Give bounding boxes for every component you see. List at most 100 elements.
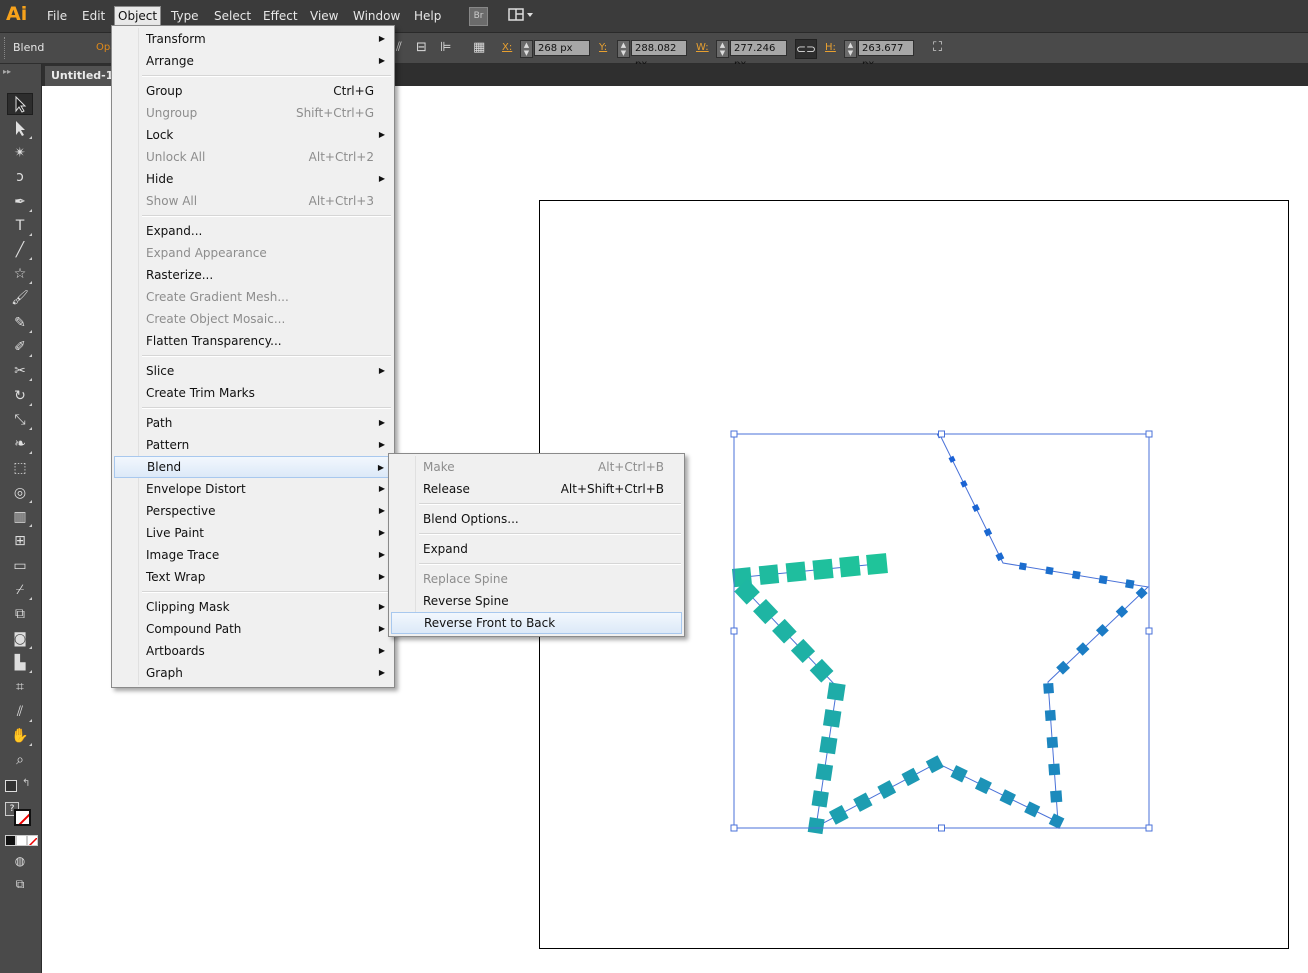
menu-item-perspective[interactable]: Perspective ▶ [114,500,392,522]
menu-item-compound-path[interactable]: Compound Path ▶ [114,618,392,640]
align-right-icon[interactable]: ⊫ [440,40,451,55]
zoom-tool-icon[interactable]: ⌕ [7,749,33,771]
constrain-proportions-link-icon[interactable]: ⊂⊃ [795,39,817,59]
blend-tool-icon[interactable]: ⧉ [7,603,33,625]
draw-normal-icon[interactable]: ◍ [7,850,33,872]
x-stepper[interactable]: ▲ ▼ [520,40,533,58]
default-colors-icon[interactable] [5,780,17,792]
menu-item-live-paint[interactable]: Live Paint ▶ [114,522,392,544]
color-mode-icon[interactable] [5,835,16,846]
hand-tool-icon[interactable]: ✋ [7,725,33,747]
paintbrush-tool-icon[interactable]: 🖌 [7,287,33,309]
column-graph-tool-icon[interactable]: ▙ [7,652,33,674]
blend-menu-item-reverse-spine[interactable]: Reverse Spine [391,590,682,612]
menu-item-arrange[interactable]: Arrange ▶ [114,50,392,72]
menu-window[interactable]: Window [350,7,403,25]
menu-item-clipping-mask[interactable]: Clipping Mask ▶ [114,596,392,618]
gradient-tool-icon[interactable]: ▭ [7,555,33,577]
menu-item-envelope-distort[interactable]: Envelope Distort ▶ [114,478,392,500]
object-menu: Transform ▶ Arrange ▶ Group Ctrl+G Ungroup Shif… [111,25,395,688]
menu-separator [419,563,681,565]
pen-tool-icon[interactable]: ✒ [7,191,33,213]
bridge-button[interactable]: Br [469,7,488,26]
menu-item-rasterize[interactable]: Rasterize... [114,264,392,286]
menu-item-create-trim-marks[interactable]: Create Trim Marks [114,382,392,404]
submenu-arrow-icon: ▶ [378,624,385,633]
pencil-tool-icon[interactable]: ✎ [7,312,33,334]
none-mode-icon[interactable] [27,835,38,846]
x-field[interactable]: 268 px [534,40,590,56]
tools-panel-collapse-icon[interactable]: ▸▸ [3,67,11,76]
blend-menu-item-expand[interactable]: Expand [391,538,682,560]
warp-tool-icon[interactable]: ❧ [7,433,33,455]
gradient-mode-icon[interactable] [16,835,27,846]
line-segment-tool-icon[interactable]: ╱ [7,239,33,261]
blob-brush-tool-icon[interactable]: ✐ [7,336,33,358]
workspace-switcher-icon[interactable] [507,6,537,24]
menu-file[interactable]: File [44,7,70,25]
menu-item-show-all: Show All Alt+Ctrl+3 [114,190,392,212]
screen-mode-icon[interactable]: ⧉ [7,873,33,895]
h-field[interactable]: 263.677 px [858,40,914,70]
type-tool-icon[interactable]: T [7,215,33,237]
menu-item-hide[interactable]: Hide ▶ [114,168,392,190]
menu-item-group[interactable]: Group Ctrl+G [114,80,392,102]
w-field[interactable]: 277.246 px [730,40,787,70]
artboard-tool-icon[interactable]: ⌗ [7,676,33,698]
shape-builder-tool-icon[interactable]: ◎ [7,482,33,504]
blend-menu-item-make: Make Alt+Ctrl+B [391,456,682,478]
menu-item-image-trace[interactable]: Image Trace ▶ [114,544,392,566]
transform-icon[interactable]: ⛶ [933,40,942,55]
h-stepper[interactable]: ▲ ▼ [844,40,857,58]
align-left-icon[interactable]: ⫽ [396,40,402,55]
swap-colors-icon[interactable]: ↰ [22,778,30,789]
menu-item-slice[interactable]: Slice ▶ [114,360,392,382]
eyedropper-tool-icon[interactable]: ⌿ [7,579,33,601]
scale-tool-icon[interactable]: ⤡ [7,409,33,431]
menu-item-blend[interactable]: Blend ▶ [114,456,392,478]
menu-view[interactable]: View [307,7,341,25]
menu-type[interactable]: Type [168,7,202,25]
menu-help[interactable]: Help [411,7,444,25]
magic-wand-tool-icon[interactable]: ✴ [7,142,33,164]
menu-item-text-wrap[interactable]: Text Wrap ▶ [114,566,392,588]
menu-item-label: Flatten Transparency... [146,334,282,348]
stroke-swatch[interactable] [14,809,31,826]
menu-edit[interactable]: Edit [79,7,108,25]
panel-grip[interactable] [4,37,7,59]
reference-point-icon[interactable]: ▦ [473,40,485,55]
menu-item-lock[interactable]: Lock ▶ [114,124,392,146]
menu-item-label: Blend Options... [423,512,519,526]
menu-item-artboards[interactable]: Artboards ▶ [114,640,392,662]
menu-object[interactable]: Object [114,6,162,26]
menu-item-transform[interactable]: Transform ▶ [114,28,392,50]
mesh-tool-icon[interactable]: ⊞ [7,530,33,552]
y-stepper[interactable]: ▲ ▼ [617,40,630,58]
blend-menu-item-reverse-front-to-back[interactable]: Reverse Front to Back [391,612,682,634]
menu-item-flatten-transparency[interactable]: Flatten Transparency... [114,330,392,352]
menu-item-path[interactable]: Path ▶ [114,412,392,434]
menu-select[interactable]: Select [211,7,254,25]
y-field[interactable]: 288.082 px [631,40,687,70]
menu-item-expand[interactable]: Expand... [114,220,392,242]
star-tool-icon[interactable]: ☆ [7,263,33,285]
selection-tool-icon[interactable] [7,93,33,115]
menu-item-pattern[interactable]: Pattern ▶ [114,434,392,456]
free-transform-tool-icon[interactable]: ⬚ [7,457,33,479]
rotate-tool-icon[interactable]: ↻ [7,385,33,407]
submenu-arrow-icon: ▶ [378,646,385,655]
symbol-sprayer-tool-icon[interactable]: ◙ [7,628,33,650]
menu-effect[interactable]: Effect [260,7,301,25]
menu-item-graph[interactable]: Graph ▶ [114,662,392,684]
align-center-icon[interactable]: ⊟ [416,40,427,55]
scissors-tool-icon[interactable]: ✂ [7,360,33,382]
perspective-grid-tool-icon[interactable]: ▥ [7,506,33,528]
w-stepper[interactable]: ▲ ▼ [716,40,729,58]
tools-panel: ▸▸ ✴ ↄ ✒ T ╱ ☆ 🖌 ✎ ✐ ✂ ↻ ⤡ ❧ ⬚ ◎ ▥ ⊞ ▭ ⌿… [0,64,42,973]
blend-menu-item-release[interactable]: Release Alt+Shift+Ctrl+B [391,478,682,500]
slice-tool-icon[interactable]: ⫽ [7,701,33,723]
direct-selection-tool-icon[interactable] [7,118,33,140]
menu-item-label: Perspective [146,504,216,518]
blend-menu-item-blend-options[interactable]: Blend Options... [391,508,682,530]
lasso-tool-icon[interactable]: ↄ [7,166,33,188]
